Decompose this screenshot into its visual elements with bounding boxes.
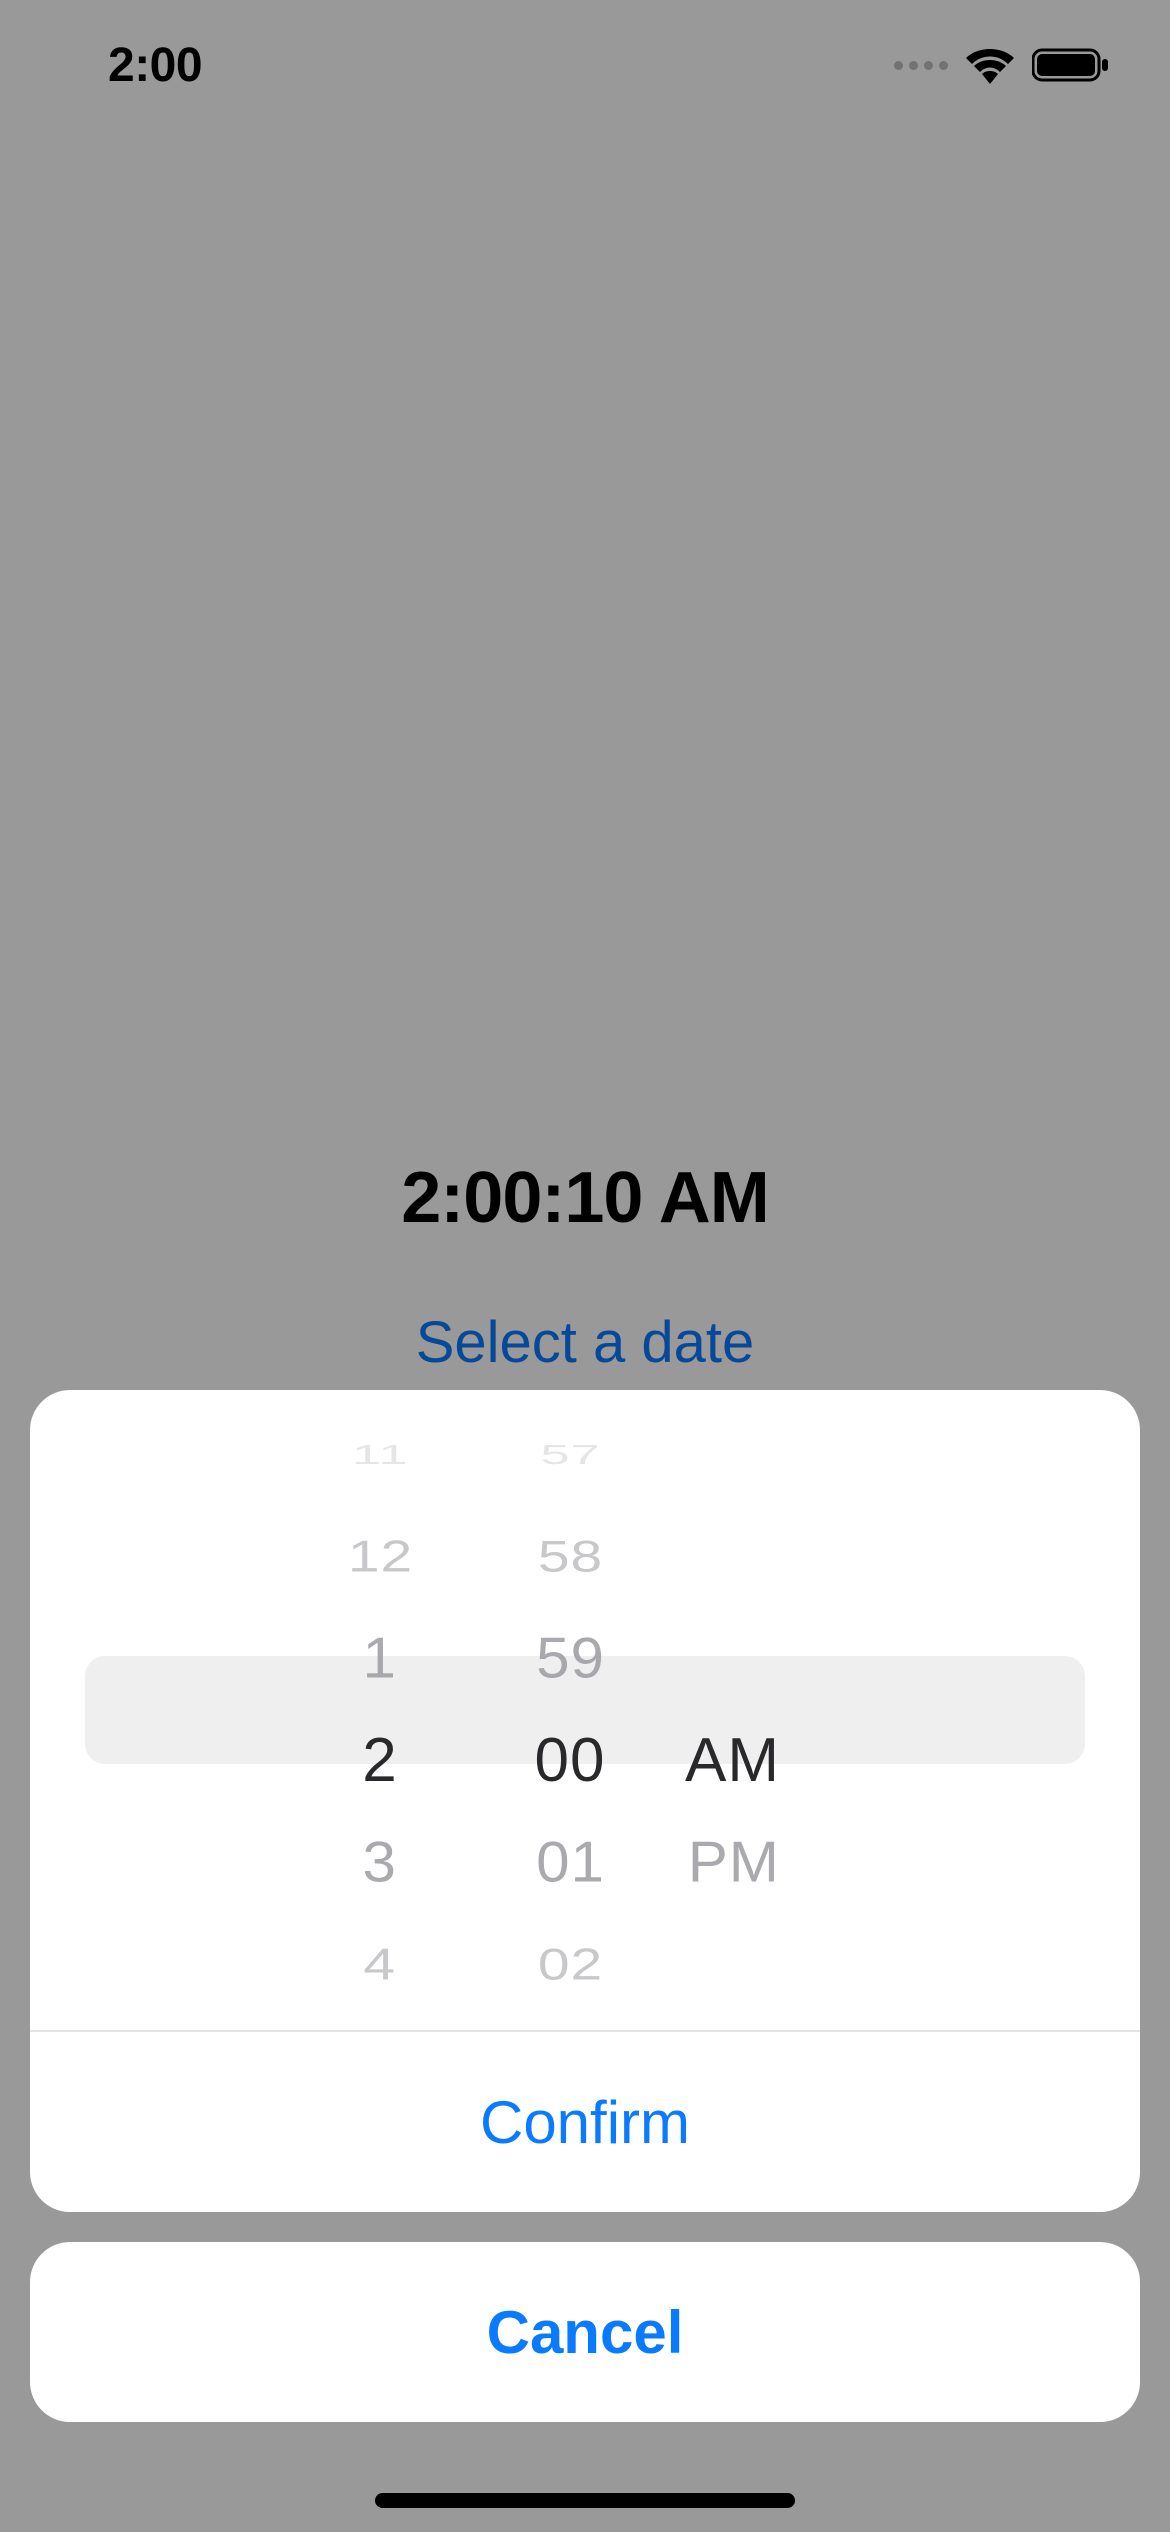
minute-wheel[interactable]: 56 57 58 59 00 01 02 03 — [475, 1390, 665, 2030]
ampm-wheel[interactable]: . . . . AM PM . . — [665, 1390, 885, 2030]
status-icons — [894, 46, 1110, 84]
hour-option[interactable]: 3 — [363, 1816, 397, 1910]
picker-wheels: 10 11 12 1 2 3 4 5 56 57 — [285, 1390, 885, 2030]
cancel-button[interactable]: Cancel — [30, 2242, 1140, 2422]
cellular-icon — [894, 61, 948, 70]
hour-option-selected[interactable]: 2 — [362, 1710, 397, 1812]
minute-option[interactable]: 59 — [536, 1612, 605, 1706]
minute-option-selected[interactable]: 00 — [535, 1710, 606, 1812]
status-time: 2:00 — [108, 38, 202, 93]
minute-option[interactable]: 57 — [540, 1432, 600, 1478]
app-background: 2:00:10 AM Select a date 2:00 — [0, 0, 1170, 2532]
status-bar: 2:00 — [0, 0, 1170, 130]
confirm-button[interactable]: Confirm — [30, 2032, 1140, 2212]
battery-icon — [1032, 46, 1110, 84]
picker-area: 10 11 12 1 2 3 4 5 56 57 — [30, 1390, 1140, 2030]
ampm-option-selected[interactable]: AM — [665, 1710, 885, 1812]
hour-option[interactable]: 1 — [363, 1612, 397, 1706]
ampm-option[interactable]: PM — [668, 1816, 881, 1910]
picker-card: 10 11 12 1 2 3 4 5 56 57 — [30, 1390, 1140, 2212]
minute-option[interactable]: 01 — [536, 1816, 605, 1910]
hour-option[interactable]: 11 — [352, 1432, 408, 1478]
cancel-card: Cancel — [30, 2242, 1140, 2422]
minute-option[interactable]: 02 — [537, 1928, 602, 2001]
home-indicator[interactable] — [375, 2493, 795, 2508]
hour-option[interactable]: 4 — [364, 1928, 397, 2001]
hour-option[interactable]: 12 — [347, 1520, 412, 1593]
wifi-icon — [964, 46, 1016, 84]
time-picker-sheet: 10 11 12 1 2 3 4 5 56 57 — [30, 1390, 1140, 2422]
hour-wheel[interactable]: 10 11 12 1 2 3 4 5 — [285, 1390, 475, 2030]
minute-option[interactable]: 58 — [537, 1520, 602, 1593]
